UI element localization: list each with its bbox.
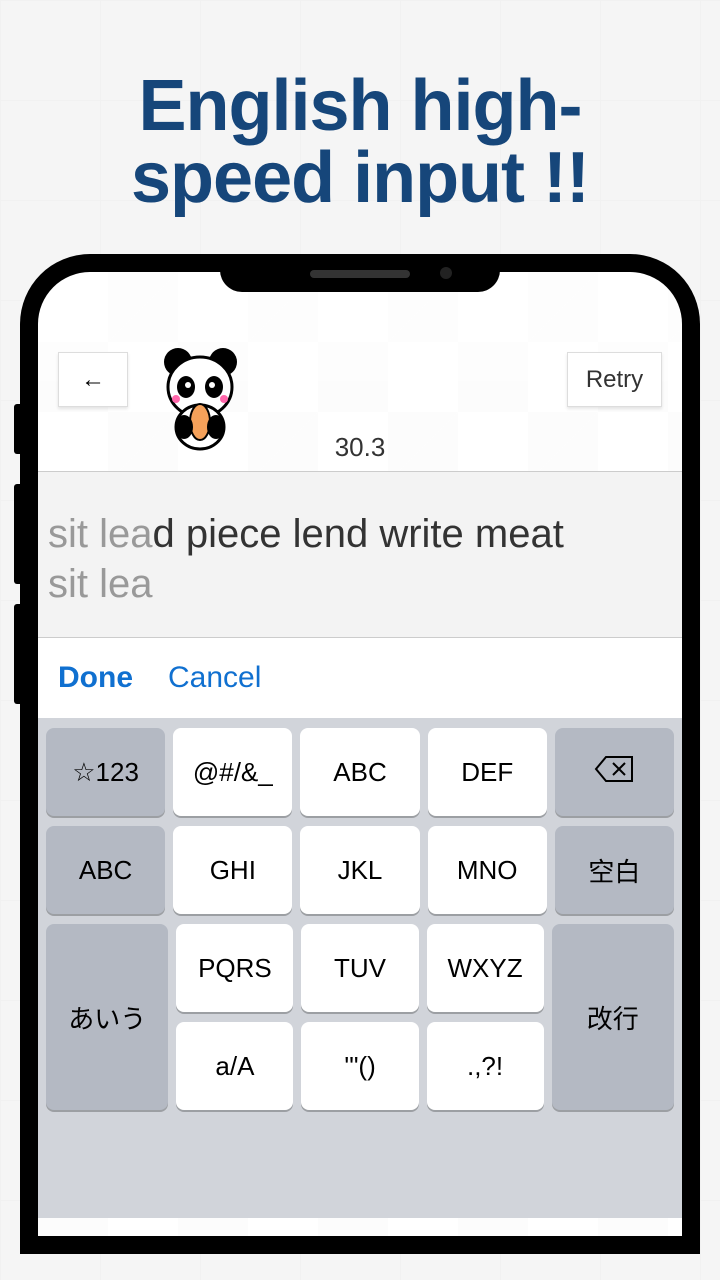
keyboard: ☆123 @#/&_ ABC DEF ABC GHI JKL MN (38, 718, 682, 1218)
key-mode-kana[interactable]: あいう (46, 924, 168, 1110)
key-shift[interactable]: a/A (176, 1022, 293, 1110)
keyboard-row-2: ABC GHI JKL MNO 空白 (46, 826, 674, 914)
keyboard-toolbar: Done Cancel (38, 638, 682, 718)
app-topbar: ← 30.3 (38, 272, 682, 472)
keyboard-row-1: ☆123 @#/&_ ABC DEF (46, 728, 674, 816)
key-abc[interactable]: ABC (300, 728, 419, 816)
key-mno[interactable]: MNO (428, 826, 547, 914)
target-text: sit lead piece lend write meat (48, 512, 672, 557)
user-input-text[interactable]: sit lea (48, 562, 672, 607)
key-quotes[interactable]: '"() (301, 1022, 418, 1110)
keyboard-rows-3-4: あいう PQRS TUV WXYZ a/A '"() .,?! 改行 (46, 924, 674, 1110)
promo-headline: English high- speed input !! (0, 0, 720, 254)
phone-camera (440, 267, 452, 279)
headline-line-1: English high- (0, 70, 720, 142)
cancel-button[interactable]: Cancel (168, 661, 261, 695)
key-tuv[interactable]: TUV (301, 924, 418, 1012)
back-arrow-icon: ← (81, 366, 105, 394)
backspace-icon (594, 755, 634, 790)
typing-area: sit lead piece lend write meat sit lea (38, 472, 682, 638)
key-symbols[interactable]: @#/&_ (173, 728, 292, 816)
key-ghi[interactable]: GHI (173, 826, 292, 914)
phone-side-button (14, 404, 20, 454)
key-punct[interactable]: .,?! (427, 1022, 544, 1110)
retry-button[interactable]: Retry (567, 352, 662, 407)
retry-label: Retry (586, 366, 643, 394)
key-wxyz[interactable]: WXYZ (427, 924, 544, 1012)
phone-side-button (14, 604, 20, 704)
panda-mascot-icon (158, 347, 243, 452)
key-enter[interactable]: 改行 (552, 924, 674, 1110)
key-space[interactable]: 空白 (555, 826, 674, 914)
key-def[interactable]: DEF (428, 728, 547, 816)
target-remaining-portion: d piece lend write meat (153, 512, 564, 556)
key-pqrs[interactable]: PQRS (176, 924, 293, 1012)
key-jkl[interactable]: JKL (300, 826, 419, 914)
phone-screen: ← 30.3 (38, 272, 682, 1236)
phone-speaker (310, 270, 410, 278)
timer-value: 30.3 (335, 432, 386, 463)
key-backspace[interactable] (555, 728, 674, 816)
target-typed-portion: sit lea (48, 512, 153, 556)
phone-side-button (14, 484, 20, 584)
phone-frame: ← 30.3 (20, 254, 700, 1254)
headline-line-2: speed input !! (0, 142, 720, 214)
done-button[interactable]: Done (58, 661, 133, 695)
back-button[interactable]: ← (58, 352, 128, 407)
key-mode-abc[interactable]: ABC (46, 826, 165, 914)
key-numbers[interactable]: ☆123 (46, 728, 165, 816)
